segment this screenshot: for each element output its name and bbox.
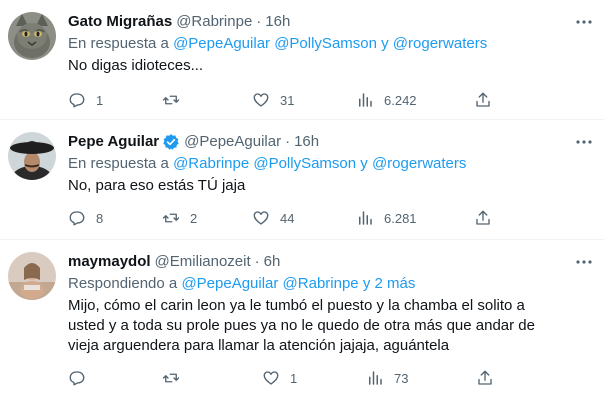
tweet-3[interactable]: maymaydol @Emilianozeit · 6h Respondiend… [0, 240, 604, 404]
retweet-icon [162, 373, 180, 383]
author-handle[interactable]: @Emilianozeit [155, 252, 251, 272]
like-count: 31 [280, 92, 295, 108]
reply-button[interactable]: 8 [68, 209, 103, 227]
tweet-actions: 8 2 44 6.281 [68, 209, 498, 229]
reply-mentions-link[interactable]: @PepeAguilar @Rabrinpe y 2 más [181, 275, 415, 292]
like-icon [263, 371, 279, 385]
reply-prefix: En respuesta a [68, 155, 169, 172]
share-icon [478, 370, 492, 385]
share-button[interactable] [476, 369, 494, 387]
tweet-time[interactable]: 16h [294, 132, 319, 152]
reply-context: En respuesta a @Rabrinpe @PollySamson y … [68, 154, 596, 174]
tweet-text: Mijo, cómo el carin leon ya le tumbó el … [68, 297, 535, 354]
separator-dot: · [256, 13, 262, 30]
like-button[interactable]: 31 [252, 91, 294, 109]
avatar-gato-migranas[interactable] [8, 12, 56, 60]
like-button[interactable]: 1 [262, 369, 297, 387]
author-handle[interactable]: @PepeAguilar [184, 132, 281, 152]
like-icon [253, 93, 269, 107]
tweet-time[interactable]: 16h [265, 12, 290, 32]
views-count: 6.281 [384, 210, 417, 226]
tweet-header: Gato Migrañas @Rabrinpe · 16h [68, 12, 596, 32]
tweet-2[interactable]: Pepe Aguilar @PepeAguilar · 16h En respu… [0, 120, 604, 240]
views-icon [359, 211, 372, 225]
like-count: 44 [280, 210, 295, 226]
more-icon[interactable] [574, 12, 594, 32]
separator-dot: · [254, 253, 260, 270]
views-button[interactable]: 73 [366, 369, 408, 387]
retweet-button[interactable] [162, 369, 190, 387]
author-name[interactable]: Pepe Aguilar [68, 132, 159, 152]
reply-icon [69, 93, 85, 108]
retweet-icon [162, 95, 180, 105]
views-count: 73 [394, 370, 409, 386]
more-icon[interactable] [574, 132, 594, 152]
retweet-button[interactable] [162, 91, 190, 109]
share-button[interactable] [474, 209, 492, 227]
reply-count: 1 [96, 92, 104, 108]
share-button[interactable] [474, 91, 492, 109]
tweet-actions: 1 73 [68, 369, 498, 389]
share-icon [476, 92, 490, 107]
reply-button[interactable]: 1 [68, 91, 103, 109]
views-icon [359, 93, 372, 107]
avatar-maymaydol[interactable] [8, 252, 56, 300]
reply-context: En respuesta a @PepeAguilar @PollySamson… [68, 34, 596, 54]
author-name[interactable]: Gato Migrañas [68, 12, 172, 32]
like-icon [253, 211, 269, 225]
tweet-actions: 1 31 6.242 [68, 91, 498, 111]
more-icon[interactable] [574, 252, 594, 272]
like-button[interactable]: 44 [252, 209, 294, 227]
tweet-1[interactable]: Gato Migrañas @Rabrinpe · 16h En respues… [0, 0, 604, 120]
reply-mentions-link[interactable]: @Rabrinpe @PollySamson y @rogerwaters [173, 155, 466, 172]
reply-icon [69, 211, 85, 226]
views-button[interactable]: 6.281 [356, 209, 417, 227]
tweet-text: No digas idioteces... [68, 57, 204, 74]
views-count: 6.242 [384, 92, 417, 108]
reply-button[interactable] [68, 369, 96, 387]
retweet-icon [162, 213, 180, 223]
retweet-count: 2 [190, 210, 198, 226]
views-button[interactable]: 6.242 [356, 91, 417, 109]
reply-mentions-link[interactable]: @PepeAguilar @PollySamson y @rogerwaters [173, 35, 487, 52]
separator-dot: · [285, 133, 291, 150]
reply-icon [69, 371, 85, 386]
tweet-text: No, para eso estás TÚ jaja [68, 177, 246, 194]
reply-prefix: Respondiendo a [68, 275, 178, 292]
tweet-time[interactable]: 6h [264, 252, 281, 272]
reply-prefix: En respuesta a [68, 35, 169, 52]
author-name[interactable]: maymaydol [68, 252, 151, 272]
avatar-pepe-aguilar[interactable] [8, 132, 56, 180]
reply-count: 8 [96, 210, 104, 226]
like-count: 1 [290, 370, 298, 386]
views-icon [369, 371, 382, 385]
reply-context: Respondiendo a @PepeAguilar @Rabrinpe y … [68, 274, 596, 294]
retweet-button[interactable]: 2 [162, 209, 197, 227]
tweet-header: Pepe Aguilar @PepeAguilar · 16h [68, 132, 596, 152]
author-handle[interactable]: @Rabrinpe [176, 12, 252, 32]
verified-badge-icon [163, 134, 179, 150]
tweet-header: maymaydol @Emilianozeit · 6h [68, 252, 596, 272]
share-icon [476, 210, 490, 225]
